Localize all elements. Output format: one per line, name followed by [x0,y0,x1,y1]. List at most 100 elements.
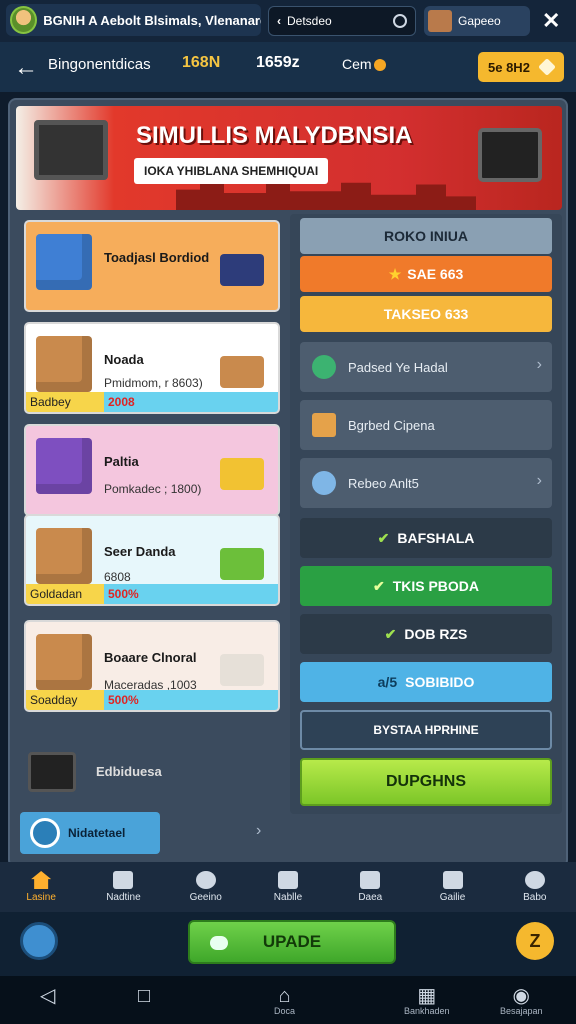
banner-title: SIMULLIS MALYDBNSIA [136,122,413,149]
check-icon: ✔ [377,529,390,546]
puzzle-icon [442,871,463,889]
home-icon [31,871,52,889]
item-desc: Pomkadec ; 1800) [104,482,202,496]
inbox-icon[interactable] [20,922,58,960]
app-title: BGNIH A Aebolt Blsimals, Vlenanard [43,12,261,28]
outline-button[interactable]: BYSTAA HPRHINE [300,710,552,750]
back-glyph: ◁ [40,985,56,1007]
item-name: Toadjasl Bordiod [104,250,210,265]
dark-button-two-label: DOB RZS [404,626,468,642]
close-icon[interactable]: ✕ [542,8,560,34]
orange-button[interactable]: ★ SAE 663 [300,256,552,292]
list-item[interactable]: Padsed Ye Hadal › [300,342,552,392]
chevron-left-icon: ‹ [277,14,281,28]
green-button[interactable]: ✔ TKIS PBODA [300,566,552,606]
yellow-button[interactable]: TAKSEO 633 [300,296,552,332]
dark-button-two[interactable]: ✔ DOB RZS [300,614,552,654]
tab-tools[interactable]: Gailie [411,862,493,912]
profile-badge-label: Z [529,930,541,951]
tab-settings[interactable]: Babo [494,862,576,912]
top-action-button[interactable]: 5e 8H2 [478,52,564,82]
update-label: UPADE [262,932,322,951]
tab-label: Babo [523,892,547,903]
store-nav-label: Bankhaden [404,1006,450,1016]
gear-icon [524,871,545,889]
strip-label: Badbey [26,392,104,412]
shop-item[interactable]: Paltia Pomkadec ; 1800) [24,424,280,516]
network-label: Nidatetael [68,826,126,840]
tab-news[interactable]: Nablle [247,862,329,912]
truck-icon [220,458,264,490]
account-nav[interactable]: ◉ Besajapan [500,986,543,1016]
item-strip: Soadday 500% [26,690,278,710]
back-nav-icon[interactable]: ◁ [40,986,55,1006]
orange-button-label: SAE 663 [407,266,464,282]
laptop-illustration [34,120,108,180]
home-nav-label: Doca [274,1006,296,1016]
list-item-label: Rebeo Anlt5 [348,475,419,491]
network-icon [30,818,60,848]
back-arrow-icon[interactable]: ← [14,54,38,82]
tab-home[interactable]: Lasine [0,862,82,912]
item-name: Paltia [104,454,139,469]
target-icon [312,355,336,379]
shop-item[interactable]: Seer Danda 6808 Goldadan 500% [24,514,280,606]
blue-button-label: SOBIBIDO [405,674,475,690]
shop-list: Toadjasl Bordiod Noada Pmidmom, r 8603) … [16,214,282,864]
home-nav[interactable]: ⌂ Doca [274,986,295,1016]
system-nav-bar: ◁ □ ⌂ Doca ▦ Bankhaden ◉ Besajapan [0,976,576,1024]
account-icon: ◉ [512,985,530,1007]
house-icon: ⌂ [278,985,291,1007]
tab-chat[interactable]: Nadtine [82,862,164,912]
square-glyph: □ [138,985,151,1007]
network-button[interactable]: Nidatetael [20,812,160,854]
tab-data[interactable]: Daea [329,862,411,912]
strip-label: Soadday [26,690,104,710]
store-nav[interactable]: ▦ Bankhaden [404,986,450,1016]
strip-label: Goldadan [26,584,104,604]
stat-two: 1659z [256,54,300,71]
item-image [36,336,92,392]
recents-nav-icon[interactable]: □ [138,986,150,1006]
chevron-right-icon[interactable]: › [256,822,261,840]
avatar[interactable] [10,6,38,34]
green-button-label: TKIS PBODA [392,578,480,594]
globe-icon [195,871,216,889]
item-name: Seer Danda [104,544,176,559]
profile-image [428,10,452,32]
shop-item[interactable]: Toadjasl Bordiod [24,220,280,312]
network-row[interactable]: Nidatetael › [16,812,280,854]
main-panel: SIMULLIS MALYDBNSIA IOKA YHIBLANA SHEMHI… [8,98,568,868]
strip-value: 2008 [108,395,135,409]
promo-banner[interactable]: SIMULLIS MALYDBNSIA IOKA YHIBLANA SHEMHI… [16,106,562,210]
lime-button[interactable]: DUPGHNS [300,758,552,806]
shop-item[interactable]: Boaare Clnoral Maceradas ,1003 Soadday 5… [24,620,280,712]
chat-bubble-icon [210,936,228,950]
shop-item[interactable]: Noada Pmidmom, r 8603) Badbey 2008 [24,322,280,414]
list-item[interactable]: Bgrbed Cipena [300,400,552,450]
list-item-label: Padsed Ye Hadal [348,359,448,375]
item-strip: Goldadan 500% [26,584,278,604]
box-icon [312,413,336,437]
top-action-label: 5e 8H2 [488,59,530,75]
tv-item[interactable]: Edbiduesa [24,738,280,818]
tab-globe[interactable]: Geeino [165,862,247,912]
list-item[interactable]: Rebeo Anlt5 › [300,458,552,508]
update-button[interactable]: UPADE [188,920,396,964]
header-button[interactable]: ROKO INIUA [300,218,552,254]
item-strip: Badbey 2008 [26,392,278,412]
tv-icon [28,752,76,792]
check-icon: ✔ [384,625,397,642]
search-icon[interactable] [393,14,407,28]
page-title: Bingonentdicas [48,56,151,73]
profile-badge[interactable]: Z [516,922,554,960]
blue-button[interactable]: a/5 SOBIBIDO [300,662,552,702]
search-field[interactable]: ‹ Detsdeo [268,6,416,36]
profile-pill[interactable]: Gapeeo [424,6,530,36]
item-image [36,634,92,690]
tab-bar: Lasine Nadtine Geeino Nablle Daea Gailie… [0,862,576,912]
tab-label: Lasine [26,892,56,903]
app-title-pill[interactable]: BGNIH A Aebolt Blsimals, Vlenanard [6,4,261,36]
dark-button[interactable]: ✔ BAFSHALA [300,518,552,558]
item-icon [220,254,264,286]
